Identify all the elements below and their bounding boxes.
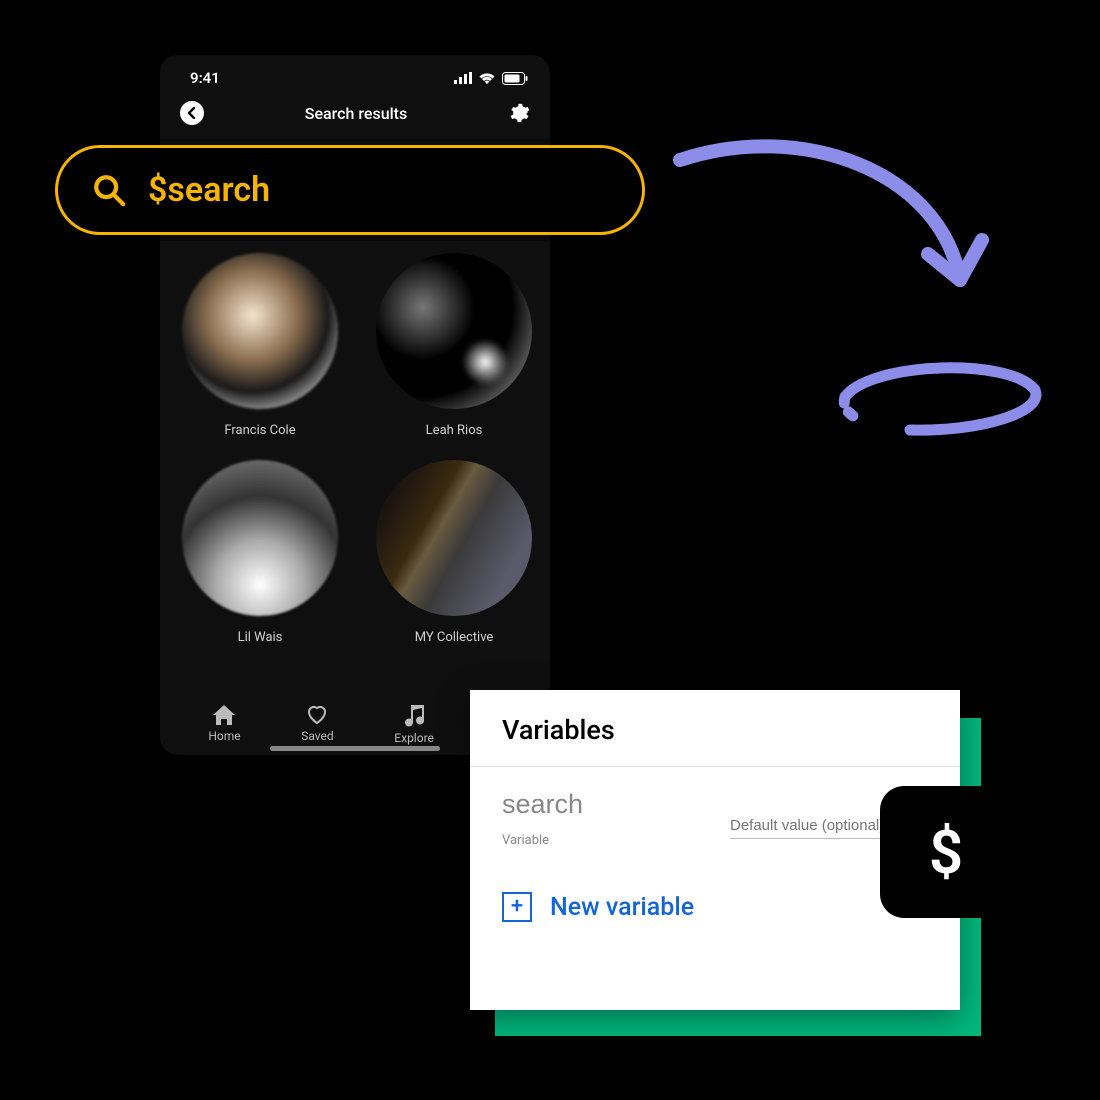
panel-title: Variables	[470, 690, 960, 767]
status-bar: 9:41	[160, 55, 550, 95]
avatar	[376, 460, 532, 616]
screen-header: Search results	[160, 95, 550, 135]
avatar	[182, 460, 338, 616]
result-name: MY Collective	[376, 630, 532, 645]
plus-icon: +	[502, 892, 532, 922]
home-indicator	[270, 746, 440, 751]
tab-saved[interactable]: Saved	[301, 705, 333, 745]
tab-home[interactable]: Home	[208, 705, 240, 745]
chevron-left-icon	[186, 107, 198, 119]
status-right	[454, 72, 528, 85]
ellipse-annotation	[830, 352, 1050, 442]
search-icon	[92, 173, 126, 207]
avatar	[376, 253, 532, 409]
battery-icon	[502, 72, 528, 85]
variable-name-input[interactable]	[502, 789, 700, 821]
variable-name-col: Variable	[502, 789, 700, 848]
arrow-annotation	[660, 130, 1020, 330]
variable-field-label: Variable	[502, 833, 700, 848]
results-grid: Francis Cole Leah Rios Lil Wais MY Colle…	[160, 213, 550, 645]
status-time: 9:41	[190, 69, 220, 87]
tab-explore[interactable]: Explore	[394, 705, 434, 745]
home-icon	[213, 705, 235, 725]
new-variable-label: New variable	[550, 893, 694, 922]
dollar-icon: $	[929, 817, 963, 888]
back-button[interactable]	[180, 101, 204, 125]
search-variable-text: $search	[148, 170, 270, 210]
signal-icon	[454, 72, 472, 84]
tab-label: Saved	[301, 729, 333, 743]
heart-icon	[306, 705, 328, 725]
result-card[interactable]: Francis Cole	[182, 253, 338, 438]
avatar	[182, 253, 338, 409]
tab-label: Home	[208, 729, 240, 743]
result-name: Francis Cole	[182, 423, 338, 438]
music-note-icon	[404, 705, 424, 727]
dollar-variable-tile[interactable]: $	[880, 786, 1012, 918]
page-title: Search results	[305, 104, 407, 123]
settings-icon[interactable]	[508, 102, 530, 124]
wifi-icon	[478, 72, 496, 85]
result-name: Lil Wais	[182, 630, 338, 645]
search-field-highlight[interactable]: $search	[55, 145, 645, 235]
result-name: Leah Rios	[376, 423, 532, 438]
result-card[interactable]: Lil Wais	[182, 460, 338, 645]
result-card[interactable]: MY Collective	[376, 460, 532, 645]
result-card[interactable]: Leah Rios	[376, 253, 532, 438]
tab-label: Explore	[394, 731, 434, 745]
